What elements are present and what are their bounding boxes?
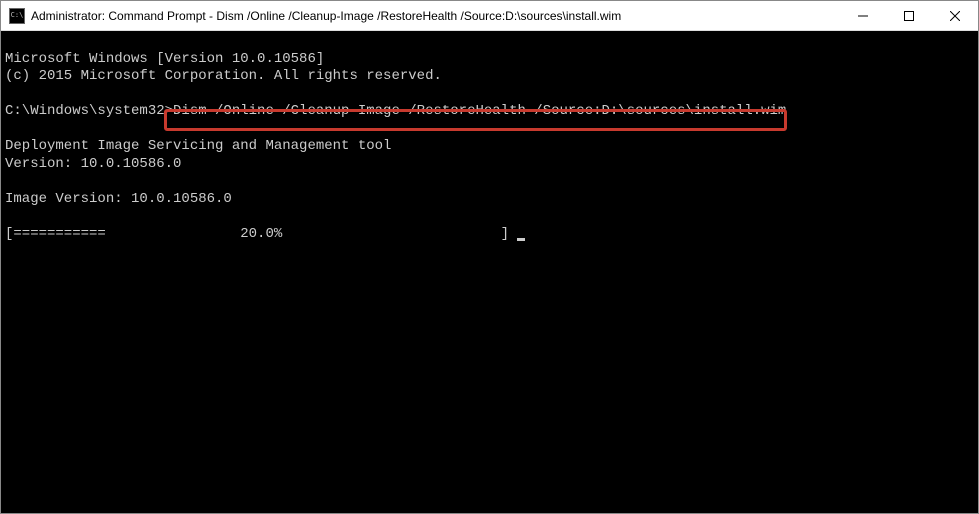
terminal-line: Image Version: 10.0.10586.0 <box>5 191 232 207</box>
terminal-line: (c) 2015 Microsoft Corporation. All righ… <box>5 68 442 84</box>
terminal-line: Deployment Image Servicing and Managemen… <box>5 138 391 154</box>
progress-bar-line: [=========== 20.0% ] <box>5 226 517 242</box>
cursor <box>517 238 525 241</box>
window-title: Administrator: Command Prompt - Dism /On… <box>31 9 840 23</box>
minimize-icon <box>858 11 868 21</box>
terminal-line: Version: 10.0.10586.0 <box>5 156 181 172</box>
terminal-area[interactable]: Microsoft Windows [Version 10.0.10586] (… <box>1 31 978 513</box>
terminal-line: Microsoft Windows [Version 10.0.10586] <box>5 51 324 67</box>
close-button[interactable] <box>932 1 978 30</box>
titlebar[interactable]: C:\ Administrator: Command Prompt - Dism… <box>1 1 978 31</box>
maximize-icon <box>904 11 914 21</box>
close-icon <box>950 11 960 21</box>
cmd-icon: C:\ <box>9 8 25 24</box>
window-controls <box>840 1 978 30</box>
command-prompt-window: C:\ Administrator: Command Prompt - Dism… <box>0 0 979 514</box>
cmd-icon-text: C:\ <box>11 12 24 19</box>
minimize-button[interactable] <box>840 1 886 30</box>
maximize-button[interactable] <box>886 1 932 30</box>
terminal-prompt-line: C:\Windows\system32>Dism /Online /Cleanu… <box>5 103 786 119</box>
